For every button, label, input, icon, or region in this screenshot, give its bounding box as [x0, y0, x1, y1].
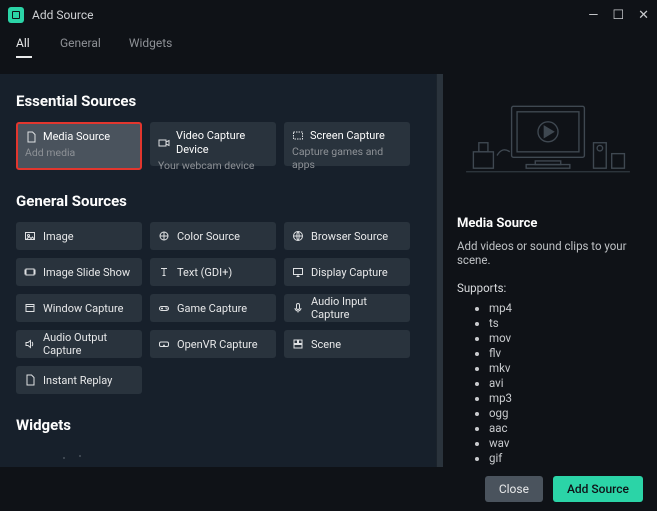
dialog-footer: Close Add Source — [0, 467, 657, 511]
scene-icon — [292, 338, 304, 350]
source-image[interactable]: Image — [16, 222, 142, 250]
format-item: ts — [489, 316, 639, 330]
gamepad-icon — [158, 302, 170, 314]
source-browser-source[interactable]: Browser Source — [284, 222, 410, 250]
globe-icon — [292, 230, 304, 242]
file-icon — [24, 374, 36, 386]
file-icon — [25, 131, 37, 143]
source-window-capture[interactable]: Window Capture — [16, 294, 142, 322]
source-label: Browser Source — [311, 230, 388, 243]
video-icon — [158, 137, 170, 149]
source-label: Display Capture — [311, 266, 388, 279]
close-button[interactable]: Close — [485, 476, 543, 502]
source-label: Image — [43, 230, 74, 243]
tab-widgets[interactable]: Widgets — [129, 36, 173, 66]
vr-icon — [158, 338, 170, 350]
source-game-capture[interactable]: Game Capture — [150, 294, 276, 322]
format-item: avi — [489, 376, 639, 390]
window-icon — [24, 302, 36, 314]
supports-list: mp4tsmovflvmkvavimp3oggaacwavgifwebm — [457, 301, 639, 480]
card-title: Media Source — [43, 130, 110, 144]
card-title: Video Capture Device — [176, 129, 268, 157]
essential-heading: Essential Sources — [16, 92, 427, 110]
widget-illustration — [16, 446, 427, 459]
format-item: mp3 — [489, 391, 639, 405]
source-label: OpenVR Capture — [177, 338, 258, 351]
format-item: ogg — [489, 406, 639, 420]
text-icon — [158, 266, 170, 278]
slideshow-icon — [24, 266, 36, 278]
tab-all[interactable]: All — [16, 36, 32, 66]
source-label: Instant Replay — [43, 374, 112, 387]
maximize-icon[interactable]: ☐ — [612, 8, 624, 23]
source-label: Window Capture — [43, 302, 123, 315]
detail-title: Media Source — [457, 216, 639, 231]
card-sub: Capture games and apps — [292, 145, 402, 171]
detail-description: Add videos or sound clips to your scene. — [457, 239, 639, 267]
source-label: Audio Output Capture — [43, 331, 134, 357]
source-audio-input-capture[interactable]: Audio Input Capture — [284, 294, 410, 322]
detail-panel: Media Source Add videos or sound clips t… — [443, 66, 657, 473]
detail-illustration — [457, 80, 639, 200]
format-item: flv — [489, 346, 639, 360]
source-label: Audio Input Capture — [311, 295, 402, 321]
card-sub: Your webcam device — [158, 159, 268, 172]
source-video-capture[interactable]: Video Capture Device Your webcam device — [150, 122, 276, 166]
source-label: Image Slide Show — [43, 266, 130, 279]
format-item: mkv — [489, 361, 639, 375]
speaker-icon — [24, 338, 36, 350]
app-icon — [8, 7, 24, 23]
format-item: wav — [489, 436, 639, 450]
source-list-panel: Essential Sources Media Source Add media… — [0, 74, 443, 473]
general-heading: General Sources — [16, 192, 427, 210]
scrollbar-thumb[interactable] — [438, 82, 442, 172]
add-source-button[interactable]: Add Source — [553, 476, 643, 502]
source-image-slide-show[interactable]: Image Slide Show — [16, 258, 142, 286]
source-text-gdi-[interactable]: Text (GDI+) — [150, 258, 276, 286]
window-title: Add Source — [32, 8, 94, 22]
window-controls: — ☐ ✕ — [588, 8, 649, 23]
tab-general[interactable]: General — [60, 36, 101, 66]
source-audio-output-capture[interactable]: Audio Output Capture — [16, 330, 142, 358]
minimize-icon[interactable]: — — [588, 8, 598, 23]
source-display-capture[interactable]: Display Capture — [284, 258, 410, 286]
source-label: Color Source — [177, 230, 240, 243]
source-scene[interactable]: Scene — [284, 330, 410, 358]
display-icon — [292, 266, 304, 278]
titlebar: Add Source — ☐ ✕ — [0, 0, 657, 30]
screen-icon — [292, 130, 304, 142]
tab-bar: All General Widgets — [0, 30, 657, 66]
source-label: Scene — [311, 338, 341, 351]
format-item: gif — [489, 451, 639, 465]
card-title: Screen Capture — [310, 129, 385, 143]
format-item: aac — [489, 421, 639, 435]
card-sub: Add media — [25, 146, 133, 159]
widgets-heading: Widgets — [16, 416, 427, 434]
source-label: Game Capture — [177, 302, 247, 315]
image-icon — [24, 230, 36, 242]
mic-icon — [292, 302, 304, 314]
format-item: mp4 — [489, 301, 639, 315]
format-item: mov — [489, 331, 639, 345]
supports-label: Supports: — [457, 281, 639, 295]
source-screen-capture[interactable]: Screen Capture Capture games and apps — [284, 122, 410, 166]
color-icon — [158, 230, 170, 242]
source-media-source[interactable]: Media Source Add media — [16, 122, 142, 170]
source-color-source[interactable]: Color Source — [150, 222, 276, 250]
close-icon[interactable]: ✕ — [638, 8, 649, 23]
source-instant-replay[interactable]: Instant Replay — [16, 366, 142, 394]
source-label: Text (GDI+) — [177, 266, 232, 279]
source-openvr-capture[interactable]: OpenVR Capture — [150, 330, 276, 358]
